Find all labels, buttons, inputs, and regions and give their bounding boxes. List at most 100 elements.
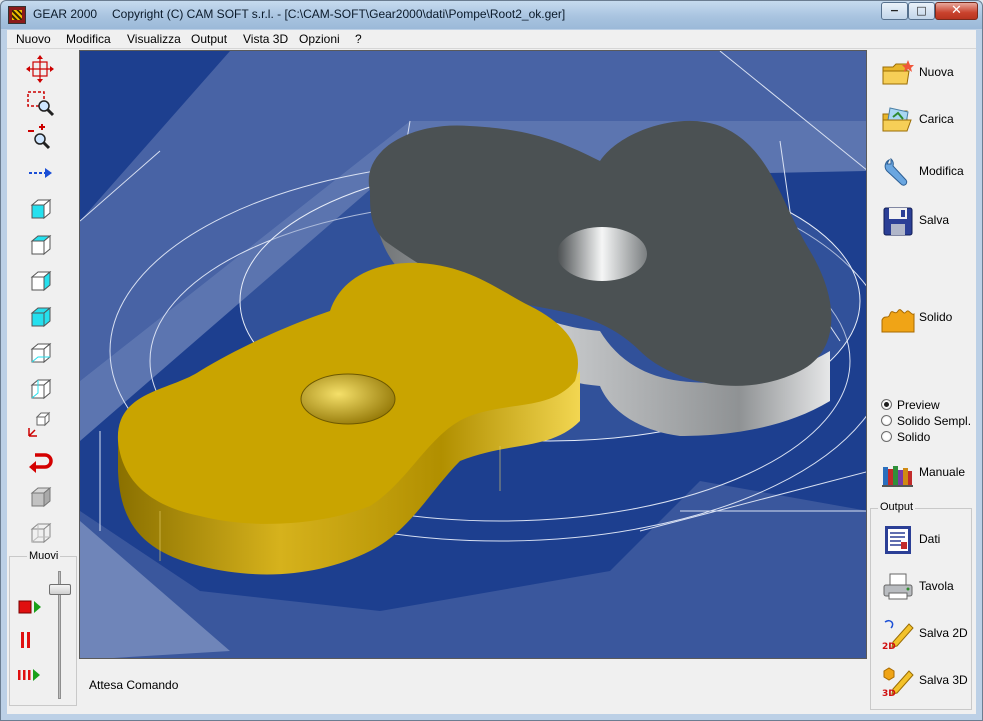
menu-output[interactable]: Output (191, 32, 227, 46)
view-wire-cube-icon (30, 234, 52, 256)
view-iso-cube-icon (30, 342, 52, 364)
app-window: GEAR 2000 Copyright (C) CAM SOFT s.r.l. … (0, 0, 983, 721)
axes-cube-icon (28, 411, 51, 437)
view-side-tool[interactable] (23, 265, 57, 297)
output-group-label: Output (878, 501, 916, 513)
minimize-icon: − (889, 4, 900, 17)
menu-help[interactable]: ? (355, 32, 362, 46)
preview-radio-label: Preview (897, 398, 940, 412)
pause-button[interactable] (15, 624, 49, 656)
solido-radio[interactable]: Solido (881, 430, 930, 444)
view-iso-tool[interactable] (23, 337, 57, 369)
view-iso2-tool[interactable] (23, 373, 57, 405)
wrench-icon (884, 157, 908, 186)
nuova-label: Nuova (919, 65, 954, 79)
radio-checked-icon (881, 399, 892, 410)
move-tool[interactable] (23, 157, 57, 189)
zoom-window-icon (27, 91, 55, 117)
close-button[interactable]: ✕ (935, 2, 978, 20)
radio-unchecked-icon (881, 431, 892, 442)
salva-label: Salva (919, 213, 950, 227)
view-top-cube-icon (30, 306, 52, 328)
wireframe-view-tool[interactable] (23, 517, 57, 549)
view-front-cube-icon (30, 198, 52, 220)
app-name: GEAR 2000 (33, 7, 98, 21)
carica-label: Carica (919, 112, 954, 126)
maximize-icon: □ (916, 4, 927, 17)
manuale-label: Manuale (919, 465, 966, 479)
tavola-label: Tavola (919, 579, 954, 593)
zoom-window-tool[interactable] (23, 87, 57, 119)
view-side-cube-icon (30, 270, 52, 292)
nuova-button[interactable]: Nuova (877, 53, 967, 93)
zoom-in-out-icon (28, 124, 51, 150)
pencil-2d-icon: 2D (882, 619, 914, 650)
modifica-button[interactable]: Modifica (877, 152, 967, 192)
menu-opzioni[interactable]: Opzioni (299, 32, 340, 46)
status-text: Attesa Comando (89, 678, 179, 692)
solido-sempl-radio[interactable]: Solido Sempl. (881, 414, 971, 428)
muovi-label: Muovi (27, 550, 61, 562)
salva-3d-label: Salva 3D (919, 673, 968, 687)
printer-icon (883, 573, 913, 600)
wireframe-cube-icon (30, 522, 52, 544)
title-bar: GEAR 2000 Copyright (C) CAM SOFT s.r.l. … (1, 1, 982, 29)
menu-visualizza[interactable]: Visualizza (127, 32, 181, 46)
pump-3d-render (80, 51, 866, 658)
play-icon (18, 600, 41, 614)
open-folder-icon (882, 107, 912, 132)
rotate-back-icon (29, 453, 53, 473)
radio-unchecked-icon (881, 415, 892, 426)
tavola-button[interactable]: Tavola (877, 567, 967, 607)
zoom-in-out-tool[interactable] (23, 121, 57, 153)
axes-tool[interactable] (23, 409, 57, 441)
solido-radio-label: Solido (897, 430, 931, 444)
close-icon: ✕ (951, 3, 962, 18)
pan-icon (26, 55, 54, 83)
view-top-tool[interactable] (23, 301, 57, 333)
3d-viewport[interactable] (79, 50, 867, 659)
dati-button[interactable]: Dati (877, 520, 967, 560)
solid-view-tool[interactable] (23, 481, 57, 513)
new-folder-icon (882, 60, 914, 85)
svg-text:3D: 3D (882, 689, 896, 697)
app-icon[interactable] (8, 6, 26, 24)
salva-2d-label: Salva 2D (919, 626, 968, 640)
pencil-3d-icon: 3D (882, 667, 914, 697)
play-button[interactable] (15, 591, 49, 623)
maximize-button[interactable]: □ (908, 2, 935, 20)
modifica-label: Modifica (919, 164, 964, 178)
menu-modifica[interactable]: Modifica (66, 32, 111, 46)
minimize-button[interactable]: − (881, 2, 908, 20)
move-arrow-icon (29, 168, 52, 178)
floppy-disk-icon (883, 207, 913, 236)
dati-label: Dati (919, 532, 941, 546)
solido-button[interactable]: Solido (877, 298, 967, 338)
window-title: Copyright (C) CAM SOFT s.r.l. - [C:\CAM-… (112, 7, 566, 21)
report-icon (885, 526, 911, 554)
solido-sempl-radio-label: Solido Sempl. (897, 414, 972, 428)
menu-nuovo[interactable]: Nuovo (16, 32, 51, 46)
svg-text:2D: 2D (882, 642, 896, 650)
pan-tool[interactable] (23, 53, 57, 85)
solid-gear-icon (881, 309, 915, 333)
preview-radio[interactable]: Preview (881, 398, 940, 412)
menu-bar: Nuovo Modifica Visualizza Output Vista 3… (7, 30, 976, 49)
manuale-button[interactable]: Manuale (877, 453, 967, 493)
menu-vista-3d[interactable]: Vista 3D (243, 32, 288, 46)
salva-3d-button[interactable]: 3D Salva 3D (877, 661, 968, 701)
view-wire-tool[interactable] (23, 229, 57, 261)
books-icon (882, 466, 913, 487)
step-forward-button[interactable] (15, 659, 49, 691)
salva-button[interactable]: Salva (877, 201, 967, 241)
carica-button[interactable]: Carica (877, 100, 967, 140)
step-forward-icon (18, 669, 40, 681)
solido-label: Solido (919, 310, 953, 324)
salva-2d-button[interactable]: 2D Salva 2D (877, 614, 968, 654)
view-front-tool[interactable] (23, 193, 57, 225)
speed-slider-thumb[interactable] (49, 584, 71, 595)
rotate-back-tool[interactable] (23, 445, 57, 477)
pause-icon (21, 632, 30, 648)
view-iso2-cube-icon (30, 378, 52, 400)
solid-cube-icon (30, 486, 52, 508)
